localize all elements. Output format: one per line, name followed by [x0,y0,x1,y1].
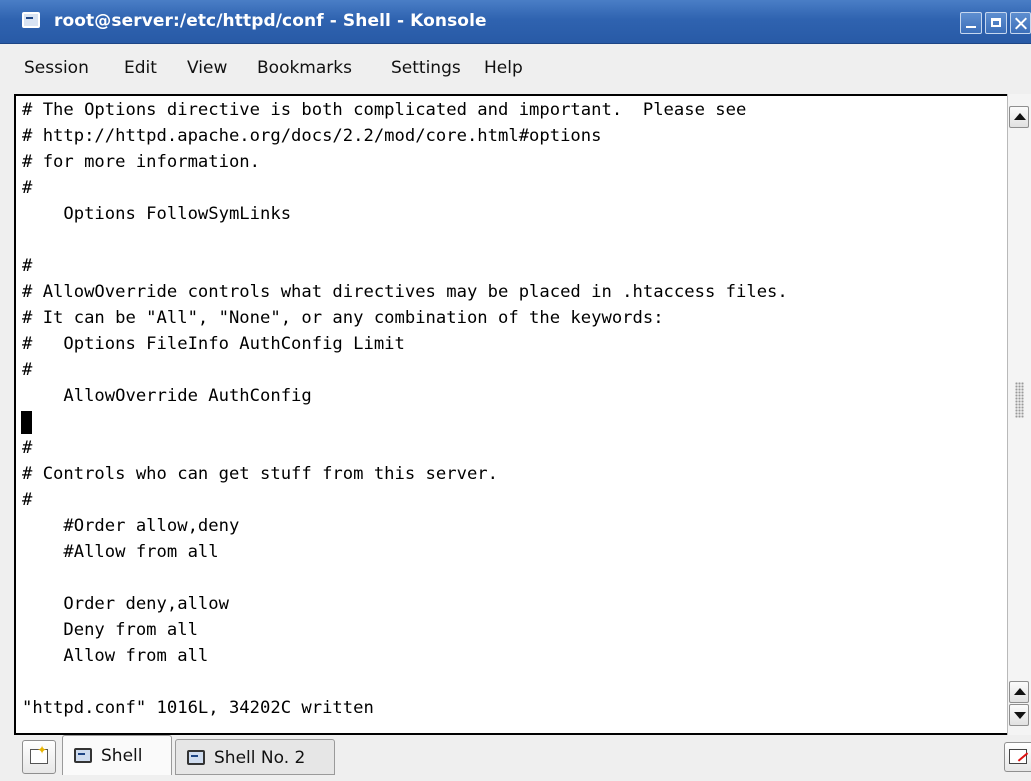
window-title: root@server:/etc/httpd/conf - Shell - Ko… [54,11,487,31]
new-tab-button[interactable] [22,740,56,774]
terminal-line: Deny from all [22,620,198,640]
terminal-line: # [22,178,33,198]
maximize-button[interactable] [985,12,1007,34]
terminal-line: # [22,360,33,380]
terminal-line: Order deny,allow [22,594,229,614]
menu-help[interactable]: Help [484,58,523,78]
menu-view[interactable]: View [187,58,227,78]
terminal-line: # [22,490,33,510]
terminal-line: #Order allow,deny [22,516,240,536]
title-bar[interactable]: root@server:/etc/httpd/conf - Shell - Ko… [0,0,1031,44]
scrollbar[interactable] [1007,94,1031,735]
menu-bookmarks[interactable]: Bookmarks [257,58,352,78]
menu-session[interactable]: Session [24,58,89,78]
tab-shell-no-2[interactable]: Shell No. 2 [175,739,335,775]
menu-settings[interactable]: Settings [391,58,461,78]
scroll-up-button[interactable] [1009,106,1029,128]
scrollbar-grip[interactable] [1015,382,1024,418]
terminal-frame: # The Options directive is both complica… [14,94,1031,735]
terminal-line: # The Options directive is both complica… [22,100,747,120]
terminal-line: #Allow from all [22,542,219,562]
minimize-button[interactable] [960,12,982,34]
menu-bar: Session Edit View Bookmarks Settings Hel… [0,44,1031,90]
terminal-icon[interactable] [22,12,40,28]
tab-label: Shell [101,746,143,766]
terminal-line: # AllowOverride controls what directives… [22,282,788,302]
tab-bar: Shell Shell No. 2 [0,735,1031,781]
terminal-line: # for more information. [22,152,260,172]
new-tab-icon [30,743,48,764]
terminal-line: # [22,256,33,276]
tab-shell[interactable]: Shell [62,735,172,775]
terminal-output[interactable]: # The Options directive is both complica… [21,96,1007,735]
menu-edit[interactable]: Edit [124,58,157,78]
terminal-line: # http://httpd.apache.org/docs/2.2/mod/c… [22,126,602,146]
text-cursor [21,411,32,434]
terminal-icon [187,750,205,765]
terminal-line: "httpd.conf" 1016L, 34202C written [22,698,374,718]
terminal-line: # Controls who can get stuff from this s… [22,464,498,484]
scroll-down-button[interactable] [1009,704,1029,726]
tab-label: Shell No. 2 [214,748,306,768]
close-session-button[interactable] [1004,742,1031,772]
scroll-up-button-bottom[interactable] [1009,681,1029,703]
terminal-line: Options FollowSymLinks [22,204,292,224]
terminal-line: AllowOverride AuthConfig [22,386,312,406]
terminal-line: # It can be "All", "None", or any combin… [22,308,664,328]
terminal-line: # Options FileInfo AuthConfig Limit [22,334,405,354]
terminal-icon [74,748,92,763]
close-button[interactable] [1010,12,1031,34]
terminal-line: # [22,438,33,458]
terminal-line: Allow from all [22,646,209,666]
